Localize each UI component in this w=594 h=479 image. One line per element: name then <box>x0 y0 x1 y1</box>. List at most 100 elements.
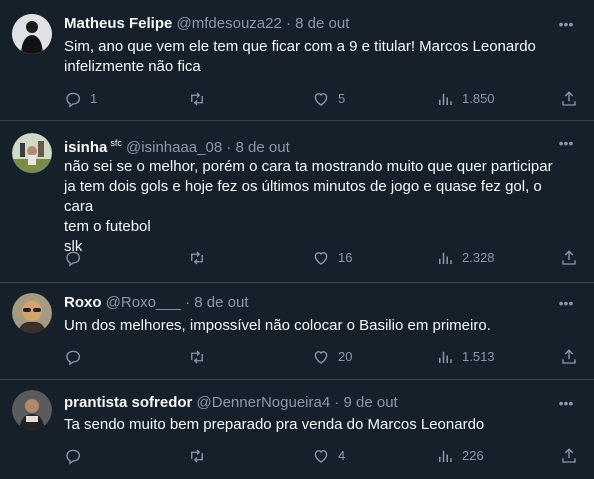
reply-feed: Matheus Felipe @mfdesouza22 · 8 de out •… <box>0 0 594 479</box>
like-count: 5 <box>338 91 346 106</box>
separator-dot: · <box>334 394 340 411</box>
tweet-header: isinha sfc @isinhaaa_08 · 8 de out <box>64 133 554 156</box>
reply-button[interactable] <box>64 248 90 268</box>
retweet-button[interactable] <box>188 347 206 367</box>
tweet-text-line: infelizmente não fica <box>64 58 201 75</box>
display-name[interactable]: Roxo <box>64 294 102 311</box>
separator-dot: · <box>185 294 191 311</box>
avatar[interactable] <box>12 390 52 430</box>
action-bar: 16 2.328 <box>64 248 578 268</box>
avatar-image <box>12 133 52 173</box>
tweet-header: Roxo @Roxo___ · 8 de out <box>64 293 554 313</box>
view-count: 2.328 <box>462 250 495 265</box>
user-handle[interactable]: @isinhaaa_08 <box>126 139 222 156</box>
views-icon <box>439 93 452 105</box>
reply-button[interactable] <box>64 347 90 367</box>
views-icon <box>439 450 452 462</box>
views-icon <box>439 351 452 363</box>
like-icon <box>314 252 328 265</box>
tweet-text-line: não sei se o melhor, porém o cara ta mos… <box>64 158 553 175</box>
user-handle[interactable]: @mfdesouza22 <box>177 15 282 32</box>
views-button[interactable]: 1.850 <box>436 89 495 109</box>
tweet-header: prantista sofredor @DennerNogueira4 · 9 … <box>64 393 554 413</box>
share-button[interactable] <box>560 446 578 466</box>
tweet-date[interactable]: 8 de out <box>236 139 290 156</box>
more-icon[interactable]: ••• <box>556 393 576 413</box>
display-name[interactable]: prantista sofredor <box>64 394 192 411</box>
display-name[interactable]: Matheus Felipe <box>64 15 172 32</box>
share-button[interactable] <box>560 248 578 268</box>
retweet-icon <box>191 449 203 463</box>
tweet-text: Um dos melhores, impossível não colocar … <box>64 316 574 336</box>
share-icon <box>562 250 576 265</box>
tweet[interactable]: prantista sofredor @DennerNogueira4 · 9 … <box>0 380 594 479</box>
more-icon[interactable]: ••• <box>556 14 576 34</box>
reply-icon <box>66 449 81 465</box>
reply-icon <box>66 350 81 366</box>
tweet-text-line: ja tem dois gols e hoje fez os últimos m… <box>64 178 542 215</box>
retweet-button[interactable] <box>188 446 206 466</box>
tweet[interactable]: isinha sfc @isinhaaa_08 · 8 de out ••• nã… <box>0 121 594 283</box>
separator-dot: · <box>226 139 232 156</box>
tweet-text-line: tem o futebol <box>64 218 151 235</box>
like-button[interactable]: 20 <box>312 347 352 367</box>
more-icon[interactable]: ••• <box>556 293 576 313</box>
tweet-text: Sim, ano que vem ele tem que ficar com a… <box>64 37 574 77</box>
action-bar: 20 1.513 <box>64 347 578 367</box>
like-icon <box>314 450 328 463</box>
like-count: 20 <box>338 349 353 364</box>
like-button[interactable]: 5 <box>312 89 345 109</box>
share-icon <box>562 91 576 106</box>
share-button[interactable] <box>560 89 578 109</box>
views-button[interactable]: 2.328 <box>436 248 495 268</box>
like-icon <box>314 93 328 106</box>
name-badge: sfc <box>110 138 122 148</box>
tweet-date[interactable]: 8 de out <box>194 294 248 311</box>
views-button[interactable]: 226 <box>436 446 484 466</box>
like-icon <box>314 351 328 364</box>
view-count: 1.513 <box>462 349 495 364</box>
view-count: 226 <box>462 448 484 463</box>
share-button[interactable] <box>560 347 578 367</box>
action-bar: 1 5 1.850 <box>64 89 578 109</box>
action-bar: 4 226 <box>64 446 578 466</box>
avatar-image <box>12 293 52 333</box>
retweet-button[interactable] <box>188 248 206 268</box>
retweet-icon <box>191 350 203 364</box>
avatar[interactable] <box>12 14 52 54</box>
like-button[interactable]: 4 <box>312 446 345 466</box>
tweet-text-line: Um dos melhores, impossível não colocar … <box>64 317 491 334</box>
user-handle[interactable]: @Roxo___ <box>106 294 181 311</box>
tweet-text-line: Ta sendo muito bem preparado pra venda d… <box>64 416 485 433</box>
tweet[interactable]: Matheus Felipe @mfdesouza22 · 8 de out •… <box>0 0 594 121</box>
like-count: 4 <box>338 448 346 463</box>
tweet-date[interactable]: 9 de out <box>344 394 398 411</box>
avatar[interactable] <box>12 133 52 173</box>
tweet-text-line: Sim, ano que vem ele tem que ficar com a… <box>64 38 536 55</box>
avatar-image <box>12 14 52 54</box>
retweet-button[interactable] <box>188 89 206 109</box>
reply-count: 1 <box>90 91 98 106</box>
share-icon <box>562 448 576 463</box>
like-button[interactable]: 16 <box>312 248 352 268</box>
separator-dot: · <box>286 15 291 32</box>
reply-icon <box>66 92 81 108</box>
share-icon <box>562 349 576 364</box>
more-icon[interactable]: ••• <box>556 133 576 153</box>
tweet-date[interactable]: 8 de out <box>295 15 349 32</box>
retweet-icon <box>191 92 203 106</box>
reply-button[interactable]: 1 <box>64 89 97 109</box>
tweet[interactable]: Roxo @Roxo___ · 8 de out ••• Um dos melh… <box>0 283 594 380</box>
views-button[interactable]: 1.513 <box>436 347 495 367</box>
user-handle[interactable]: @DennerNogueira4 <box>197 394 331 411</box>
avatar[interactable] <box>12 293 52 333</box>
view-count: 1.850 <box>462 91 495 106</box>
tweet-text: não sei se o melhor, porém o cara ta mos… <box>64 157 574 257</box>
tweet-text: Ta sendo muito bem preparado pra venda d… <box>64 415 574 435</box>
avatar-image <box>12 390 52 430</box>
tweet-header: Matheus Felipe @mfdesouza22 · 8 de out <box>64 14 554 34</box>
views-icon <box>439 252 452 264</box>
display-name[interactable]: isinha <box>64 139 107 156</box>
reply-button[interactable] <box>64 446 90 466</box>
retweet-icon <box>191 251 203 265</box>
